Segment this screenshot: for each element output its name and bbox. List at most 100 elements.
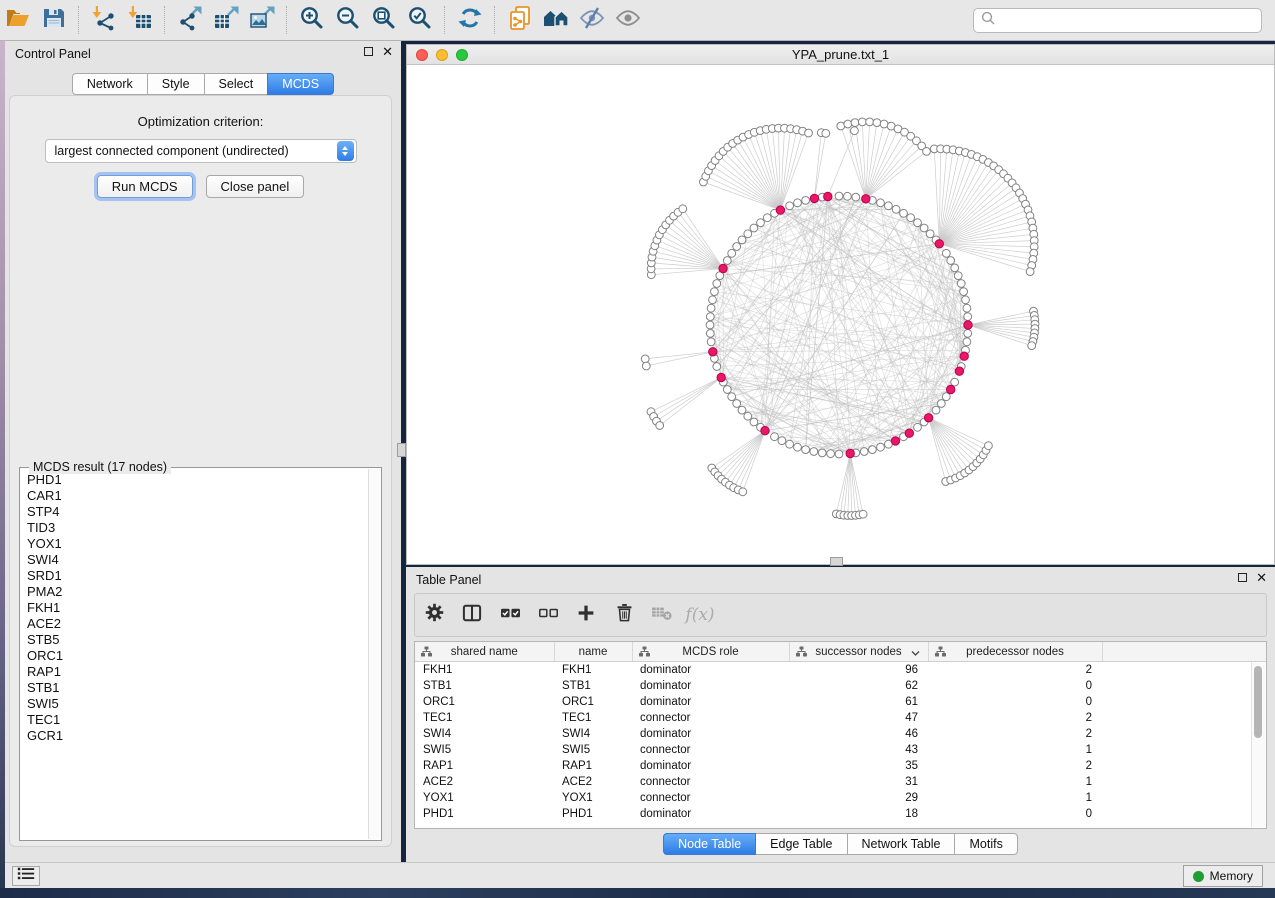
table-cell[interactable]: 47: [789, 710, 928, 726]
network-node[interactable]: [802, 446, 810, 454]
table-cell[interactable]: 29: [789, 790, 928, 806]
mcds-result-item[interactable]: PMA2: [27, 584, 368, 600]
network-node[interactable]: [738, 406, 746, 414]
table-cell[interactable]: SWI4: [554, 726, 632, 742]
network-node[interactable]: [926, 230, 934, 238]
network-node[interactable]: [713, 363, 721, 371]
network-node[interactable]: [679, 205, 687, 213]
mcds-node[interactable]: [905, 429, 913, 437]
add-column-button[interactable]: [567, 596, 605, 634]
network-node[interactable]: [963, 304, 971, 312]
network-canvas[interactable]: [407, 64, 1274, 564]
table-row[interactable]: ACE2ACE2connector311: [415, 774, 1266, 790]
float-window-icon[interactable]: [1238, 573, 1247, 582]
network-node[interactable]: [818, 449, 826, 457]
network-node[interactable]: [914, 219, 922, 227]
table-cell[interactable]: ORC1: [554, 694, 632, 710]
column-header-predecessor-nodes[interactable]: predecessor nodes: [928, 642, 1102, 662]
select-all-button[interactable]: [491, 596, 529, 634]
network-node[interactable]: [923, 148, 931, 156]
mcds-node[interactable]: [947, 385, 955, 393]
mcds-node[interactable]: [964, 321, 972, 329]
network-node[interactable]: [739, 488, 747, 496]
network-node[interactable]: [942, 249, 950, 257]
network-node[interactable]: [706, 321, 714, 329]
clone-network-button[interactable]: [502, 3, 538, 37]
network-node[interactable]: [805, 129, 813, 137]
hide-selected-button[interactable]: [574, 3, 610, 37]
network-node[interactable]: [851, 127, 859, 135]
first-neighbors-button[interactable]: [538, 3, 574, 37]
network-node[interactable]: [951, 264, 959, 272]
network-node[interactable]: [914, 423, 922, 431]
apply-layout-button[interactable]: [452, 3, 488, 37]
table-cell[interactable]: 46: [789, 726, 928, 742]
table-cell[interactable]: STB1: [415, 678, 554, 694]
table-cell[interactable]: 62: [789, 678, 928, 694]
mcds-result-item[interactable]: STP4: [27, 504, 368, 520]
mcds-scrollbar[interactable]: [368, 469, 380, 839]
network-node[interactable]: [869, 446, 877, 454]
mcds-node[interactable]: [717, 373, 725, 381]
table-cell[interactable]: dominator: [632, 726, 789, 742]
table-cell[interactable]: dominator: [632, 806, 789, 822]
table-cell[interactable]: 2: [928, 710, 1102, 726]
network-node[interactable]: [778, 437, 786, 445]
mcds-node[interactable]: [891, 437, 899, 445]
network-node[interactable]: [723, 257, 731, 265]
close-panel-button[interactable]: Close panel: [206, 175, 305, 198]
table-row[interactable]: TEC1TEC1connector472: [415, 710, 1266, 726]
zoom-fit-button[interactable]: [366, 3, 402, 37]
mcds-result-item[interactable]: RAP1: [27, 664, 368, 680]
table-row[interactable]: STB1STB1dominator620: [415, 678, 1266, 694]
mcds-result-item[interactable]: PHD1: [27, 472, 368, 488]
mcds-result-item[interactable]: SWI5: [27, 696, 368, 712]
network-node[interactable]: [709, 296, 717, 304]
network-node[interactable]: [733, 243, 741, 251]
network-node[interactable]: [822, 130, 830, 138]
network-node[interactable]: [728, 249, 736, 257]
table-cell[interactable]: PHD1: [415, 806, 554, 822]
network-node[interactable]: [877, 199, 885, 207]
import-table-button[interactable]: [122, 3, 158, 37]
table-cell[interactable]: SWI4: [415, 726, 554, 742]
network-node[interactable]: [802, 197, 810, 205]
network-node[interactable]: [954, 272, 962, 280]
table-cell[interactable]: 2: [928, 662, 1102, 679]
table-cell[interactable]: FKH1: [554, 662, 632, 679]
network-node[interactable]: [859, 510, 867, 518]
network-node[interactable]: [873, 119, 881, 127]
network-node[interactable]: [985, 442, 993, 450]
table-cell[interactable]: 2: [928, 758, 1102, 774]
horizontal-splitter-handle[interactable]: [830, 557, 843, 566]
network-node[interactable]: [877, 443, 885, 451]
table-cell[interactable]: 1: [928, 790, 1102, 806]
table-cell[interactable]: 1: [928, 774, 1102, 790]
table-cell[interactable]: YOX1: [415, 790, 554, 806]
network-node[interactable]: [738, 236, 746, 244]
mcds-result-item[interactable]: SRD1: [27, 568, 368, 584]
table-cell[interactable]: connector: [632, 742, 789, 758]
network-node[interactable]: [706, 313, 714, 321]
network-node[interactable]: [786, 440, 794, 448]
table-cell[interactable]: TEC1: [415, 710, 554, 726]
network-node[interactable]: [744, 412, 752, 420]
table-row[interactable]: RAP1RAP1dominator352: [415, 758, 1266, 774]
network-node[interactable]: [900, 209, 908, 217]
network-node[interactable]: [723, 386, 731, 394]
table-cell[interactable]: connector: [632, 710, 789, 726]
mcds-node[interactable]: [776, 206, 784, 214]
network-node[interactable]: [880, 120, 888, 128]
mcds-result-item[interactable]: STB1: [27, 680, 368, 696]
tab-style[interactable]: Style: [147, 73, 205, 95]
zoom-out-button[interactable]: [330, 3, 366, 37]
tab-mcds[interactable]: MCDS: [267, 73, 334, 95]
show-columns-button[interactable]: [453, 596, 491, 634]
zoom-selected-button[interactable]: [402, 3, 438, 37]
mcds-result-item[interactable]: TID3: [27, 520, 368, 536]
table-cell[interactable]: connector: [632, 774, 789, 790]
network-node[interactable]: [744, 230, 752, 238]
run-mcds-button[interactable]: Run MCDS: [97, 175, 193, 198]
table-cell[interactable]: dominator: [632, 758, 789, 774]
network-node[interactable]: [728, 393, 736, 401]
